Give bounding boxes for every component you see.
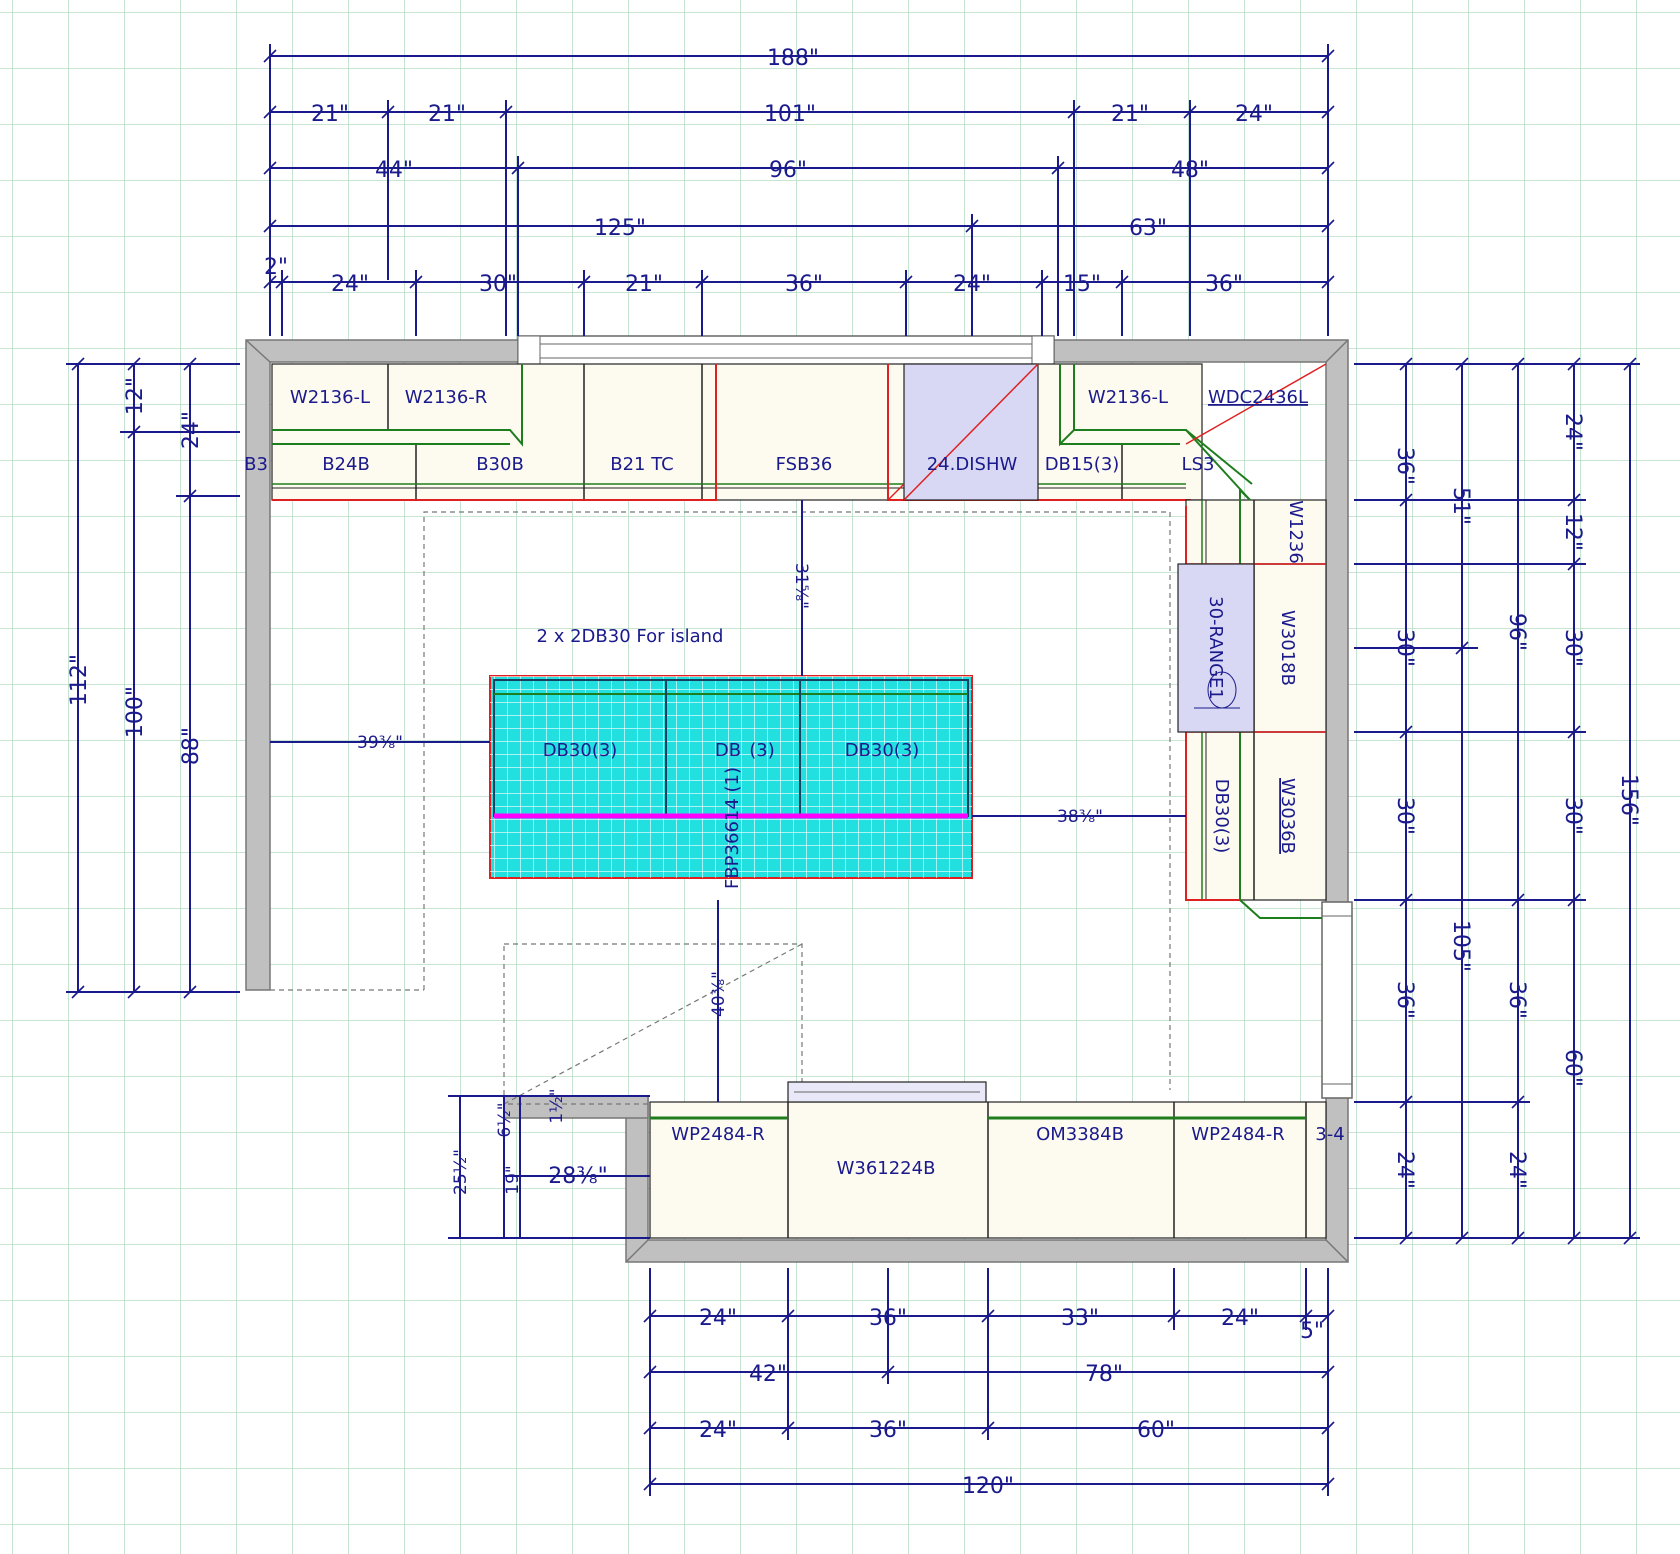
dim-right-b-51: 51" [1448, 487, 1473, 525]
dim-bottom-r1-a: 24" [699, 1306, 737, 1331]
dim-right-d-60: 60" [1560, 1049, 1585, 1087]
dim-opening-b: 6½" [495, 1102, 515, 1137]
cab-w361224b: W361224B [837, 1158, 936, 1179]
dim-top-r1-c: 101" [764, 102, 816, 127]
dim-opening-a: 25½" [451, 1149, 471, 1195]
cab-b30b: B30B [476, 454, 524, 475]
dim-opening-e: 28⅜" [548, 1164, 607, 1189]
dim-top-r4-g: 15" [1063, 272, 1101, 297]
dim-right-c-96: 96" [1504, 613, 1529, 651]
cab-w1236: W1236 [1285, 500, 1306, 564]
top-window [517, 335, 1055, 367]
dim-top-r2-c: 48" [1171, 158, 1209, 183]
cab-island-fbp: FBP36614 (1) [722, 767, 743, 889]
dim-top-r4-a: 2" [264, 255, 288, 280]
dim-clearance-top: 31⅝" [791, 563, 811, 609]
cab-range: 30-RANGE1 [1205, 596, 1226, 700]
dim-top-r2-a: 44" [375, 158, 413, 183]
dim-bottom-r1-c: 33" [1061, 1306, 1099, 1331]
cab-w2136-r-top: W2136-R [405, 387, 488, 408]
dim-clearance-left: 39⅜" [357, 733, 403, 753]
dim-right-a-30a: 30" [1392, 629, 1417, 667]
dim-opening-d: 1½" [547, 1088, 567, 1123]
dim-right-d-12: 12" [1560, 513, 1585, 551]
dim-top-r4-e: 36" [785, 272, 823, 297]
dim-bottom-r3-a: 24" [699, 1418, 737, 1443]
dim-right-a-36b: 36" [1392, 981, 1417, 1019]
dim-right-a-30b: 30" [1392, 797, 1417, 835]
cab-w2136-l-right: W2136-L [1088, 387, 1168, 408]
cab-dishwasher: 24.DISHW [927, 454, 1018, 475]
cab-w3018b: W3018B [1277, 610, 1298, 686]
dim-left-88: 88" [179, 727, 204, 765]
dim-clearance-right: 38⅜" [1057, 807, 1103, 827]
dim-right-d-30b: 30" [1560, 797, 1585, 835]
cab-b3: B3 [244, 454, 268, 475]
dim-top-r4-f: 24" [953, 272, 991, 297]
dim-bottom-r1-e: 5" [1300, 1319, 1324, 1344]
cab-island-db-b2: (3) [749, 740, 775, 761]
right-door [1321, 901, 1353, 1099]
cab-wdc2436l: WDC2436L [1208, 387, 1308, 408]
dim-bottom-r3-c: 60" [1137, 1418, 1175, 1443]
dim-top-r1-d: 21" [1111, 102, 1149, 127]
cab-db15: DB15(3) [1045, 454, 1120, 475]
dim-left-112: 112" [67, 654, 92, 706]
dim-top-overall: 188" [767, 46, 819, 71]
dim-right-d-30a: 30" [1560, 629, 1585, 667]
dim-top-r4-d: 21" [625, 272, 663, 297]
cab-db30-right: DB30(3) [1211, 779, 1232, 854]
dim-right-d-24: 24" [1560, 413, 1585, 451]
cab-island-db30-c: DB30(3) [845, 740, 920, 761]
cab-3-4: 3-4 [1315, 1124, 1344, 1145]
dim-bottom-r2-a: 42" [749, 1362, 787, 1387]
dim-bottom-r2-b: 78" [1085, 1362, 1123, 1387]
dim-opening-c: 19" [503, 1165, 523, 1194]
dim-top-r3-b: 63" [1129, 216, 1167, 241]
dim-left-12: 12" [123, 377, 148, 415]
dim-top-r1-b: 21" [428, 102, 466, 127]
dim-right-b-105: 105" [1448, 920, 1473, 972]
dim-bottom-overall: 120" [962, 1474, 1014, 1499]
dim-clearance-bottom: 40⅜" [709, 971, 729, 1017]
dim-top-r3-a: 125" [594, 216, 646, 241]
cab-island-db-b: DB [715, 740, 741, 761]
cab-island-db30-a: DB30(3) [543, 740, 618, 761]
bottom-wall-cabinets [649, 1081, 1327, 1239]
dim-top-r2-b: 96" [769, 158, 807, 183]
cab-wp2484-r-a: WP2484-R [671, 1124, 764, 1145]
dim-right-a-36: 36" [1392, 447, 1417, 485]
cab-b21tc: B21 TC [610, 454, 673, 475]
dim-bottom-r3-b: 36" [869, 1418, 907, 1443]
dim-top-r4-c: 30" [479, 272, 517, 297]
dim-top-r1-e: 24" [1235, 102, 1273, 127]
dim-top-r4-h: 36" [1205, 272, 1243, 297]
dim-bottom-r1-d: 24" [1221, 1306, 1259, 1331]
cab-w2136-l-top: W2136-L [290, 387, 370, 408]
cab-om3384b: OM3384B [1036, 1124, 1124, 1145]
cab-b24b: B24B [322, 454, 370, 475]
dim-right-c-24: 24" [1504, 1151, 1529, 1189]
dim-top-r4-b: 24" [331, 272, 369, 297]
dim-right-overall: 156" [1616, 774, 1641, 826]
cab-w3036b: W3036B [1277, 778, 1298, 854]
cab-ls3: LS3 [1182, 454, 1215, 475]
dim-left-100: 100" [123, 686, 148, 738]
dim-right-a-24: 24" [1392, 1151, 1417, 1189]
cab-wp2484-r-b: WP2484-R [1191, 1124, 1284, 1145]
dim-right-c-36: 36" [1504, 981, 1529, 1019]
cab-fsb36: FSB36 [776, 454, 833, 475]
dim-bottom-r1-b: 36" [869, 1306, 907, 1331]
island-note: 2 x 2DB30 For island [537, 626, 724, 647]
kitchen-floor-plan: 188" 21" 21" 101" 21" 24" 44" 96" 48" 12… [0, 0, 1680, 1554]
dim-left-24: 24" [179, 411, 204, 449]
dim-top-r1-a: 21" [311, 102, 349, 127]
top-wall-cabinets [271, 363, 1327, 506]
